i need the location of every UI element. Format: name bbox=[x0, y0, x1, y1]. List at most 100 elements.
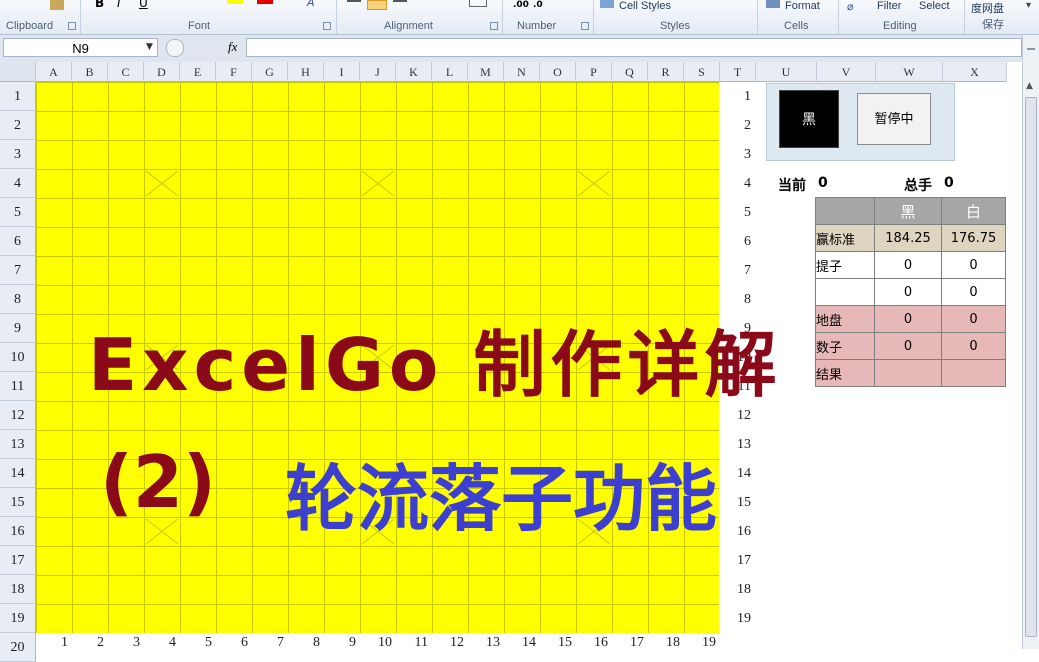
column-header[interactable]: P bbox=[576, 62, 612, 82]
column-header[interactable]: D bbox=[144, 62, 180, 82]
formula-input[interactable] bbox=[246, 38, 1022, 57]
alignment-launcher-icon[interactable] bbox=[490, 22, 498, 30]
align-center-icon[interactable] bbox=[367, 0, 387, 10]
column-header[interactable]: W bbox=[876, 62, 943, 82]
filter-button[interactable]: Filter bbox=[877, 0, 901, 12]
column-header[interactable]: U bbox=[756, 62, 817, 82]
name-box-dropdown-icon[interactable]: ▼ bbox=[146, 42, 153, 52]
column-header[interactable]: C bbox=[108, 62, 144, 82]
scroll-up-icon[interactable]: ▲ bbox=[1026, 81, 1033, 91]
pause-button[interactable]: 暂停中 bbox=[857, 93, 931, 145]
score-header-blank bbox=[815, 197, 875, 225]
increase-decimal-icon[interactable]: .00 bbox=[513, 0, 529, 10]
row-header[interactable]: 8 bbox=[0, 285, 36, 314]
row-header[interactable]: 10 bbox=[0, 343, 36, 372]
board-row-number: 18 bbox=[737, 582, 751, 597]
worksheet-grid[interactable]: ABCDEFGHIJKLMNOPQRSTUVWX 1 2 3 4 5 6 7 8 9 10 11 12… bbox=[0, 62, 1022, 662]
row-header[interactable]: 15 bbox=[0, 488, 36, 517]
fill-color-icon[interactable] bbox=[227, 0, 243, 4]
clipboard-launcher-icon[interactable] bbox=[68, 22, 76, 30]
format-button[interactable]: Format bbox=[785, 0, 820, 12]
scroll-thumb[interactable] bbox=[1025, 97, 1037, 637]
score-row: 结果 bbox=[815, 359, 1006, 387]
column-header[interactable]: A bbox=[36, 62, 72, 82]
clear-icon[interactable]: ⌀ bbox=[847, 0, 854, 13]
italic-icon[interactable]: I bbox=[117, 0, 121, 10]
column-header[interactable]: R bbox=[648, 62, 684, 82]
row-header[interactable]: 6 bbox=[0, 227, 36, 256]
merge-icon[interactable] bbox=[469, 0, 487, 7]
formula-bar: N9 ▼ fx ▼ bbox=[0, 35, 1039, 63]
column-header[interactable]: O bbox=[540, 62, 576, 82]
row-header[interactable]: 2 bbox=[0, 111, 36, 140]
total-moves-label: 总手 bbox=[904, 178, 932, 194]
font-launcher-icon[interactable] bbox=[323, 22, 331, 30]
decrease-decimal-icon[interactable]: .0 bbox=[533, 0, 543, 10]
baidu-netdisk-button[interactable]: 度网盘 bbox=[971, 0, 1004, 16]
column-header[interactable]: G bbox=[252, 62, 288, 82]
row-header[interactable]: 16 bbox=[0, 517, 36, 546]
row-header[interactable]: 12 bbox=[0, 401, 36, 430]
align-left-icon[interactable] bbox=[347, 0, 361, 8]
cell-styles-icon[interactable] bbox=[600, 0, 614, 8]
board-row-number: 14 bbox=[737, 466, 751, 481]
format-icon[interactable] bbox=[766, 0, 780, 8]
vertical-scrollbar[interactable]: ▲ bbox=[1022, 35, 1039, 649]
font-color-icon[interactable] bbox=[257, 0, 273, 4]
row-header[interactable]: 13 bbox=[0, 430, 36, 459]
column-header[interactable]: M bbox=[468, 62, 504, 82]
row-header[interactable]: 19 bbox=[0, 604, 36, 633]
row-header[interactable]: 11 bbox=[0, 372, 36, 401]
column-header[interactable]: T bbox=[720, 62, 756, 82]
column-header[interactable]: F bbox=[216, 62, 252, 82]
row-header[interactable]: 9 bbox=[0, 314, 36, 343]
column-header[interactable]: S bbox=[684, 62, 720, 82]
row-header[interactable]: 17 bbox=[0, 546, 36, 575]
clipboard-group: Clipboard bbox=[0, 0, 81, 34]
scroll-split-icon[interactable] bbox=[1027, 38, 1035, 50]
collapse-ribbon-icon[interactable]: ▾ bbox=[1026, 0, 1031, 11]
font-group: B I U A Font bbox=[81, 0, 337, 34]
column-header[interactable]: E bbox=[180, 62, 216, 82]
total-moves-value: 0 bbox=[944, 175, 954, 191]
column-header[interactable]: N bbox=[504, 62, 540, 82]
row-header[interactable]: 4 bbox=[0, 169, 36, 198]
star-point-icon bbox=[145, 170, 179, 197]
format-painter-icon[interactable] bbox=[50, 0, 64, 10]
insert-function-icon[interactable]: fx bbox=[228, 39, 237, 55]
bold-icon[interactable]: B bbox=[95, 0, 104, 10]
column-header[interactable]: J bbox=[360, 62, 396, 82]
row-header[interactable]: 20 bbox=[0, 633, 36, 662]
black-turn-button[interactable]: 黑 bbox=[779, 90, 839, 148]
column-header[interactable]: H bbox=[288, 62, 324, 82]
column-header[interactable]: I bbox=[324, 62, 360, 82]
number-launcher-icon[interactable] bbox=[581, 22, 589, 30]
text-effects-icon[interactable]: A bbox=[307, 0, 315, 9]
cell-styles-button[interactable]: Cell Styles bbox=[619, 0, 671, 12]
cancel-formula-icon[interactable] bbox=[166, 39, 184, 57]
row-header[interactable]: 14 bbox=[0, 459, 36, 488]
star-point-icon bbox=[577, 170, 611, 197]
name-box[interactable]: N9 bbox=[3, 38, 158, 57]
board-row-number: 6 bbox=[744, 234, 751, 249]
row-header[interactable]: 3 bbox=[0, 140, 36, 169]
score-black-value: 0 bbox=[874, 251, 942, 279]
column-header[interactable]: L bbox=[432, 62, 468, 82]
column-header[interactable]: Q bbox=[612, 62, 648, 82]
row-header[interactable]: 7 bbox=[0, 256, 36, 285]
score-header-row: 黑 白 bbox=[815, 197, 1006, 225]
star-point-icon bbox=[361, 170, 395, 197]
underline-icon[interactable]: U bbox=[139, 0, 148, 10]
score-row: 赢标准 184.25 176.75 bbox=[815, 224, 1006, 252]
column-header[interactable]: V bbox=[817, 62, 876, 82]
row-header[interactable]: 5 bbox=[0, 198, 36, 227]
row-header[interactable]: 1 bbox=[0, 82, 36, 111]
column-header[interactable]: B bbox=[72, 62, 108, 82]
column-header[interactable]: X bbox=[943, 62, 1007, 82]
select-button[interactable]: Select bbox=[919, 0, 950, 12]
column-header[interactable]: K bbox=[396, 62, 432, 82]
align-right-icon[interactable] bbox=[393, 0, 407, 8]
board-row-number: 15 bbox=[737, 495, 751, 510]
select-all-corner[interactable] bbox=[0, 62, 36, 82]
row-header[interactable]: 18 bbox=[0, 575, 36, 604]
